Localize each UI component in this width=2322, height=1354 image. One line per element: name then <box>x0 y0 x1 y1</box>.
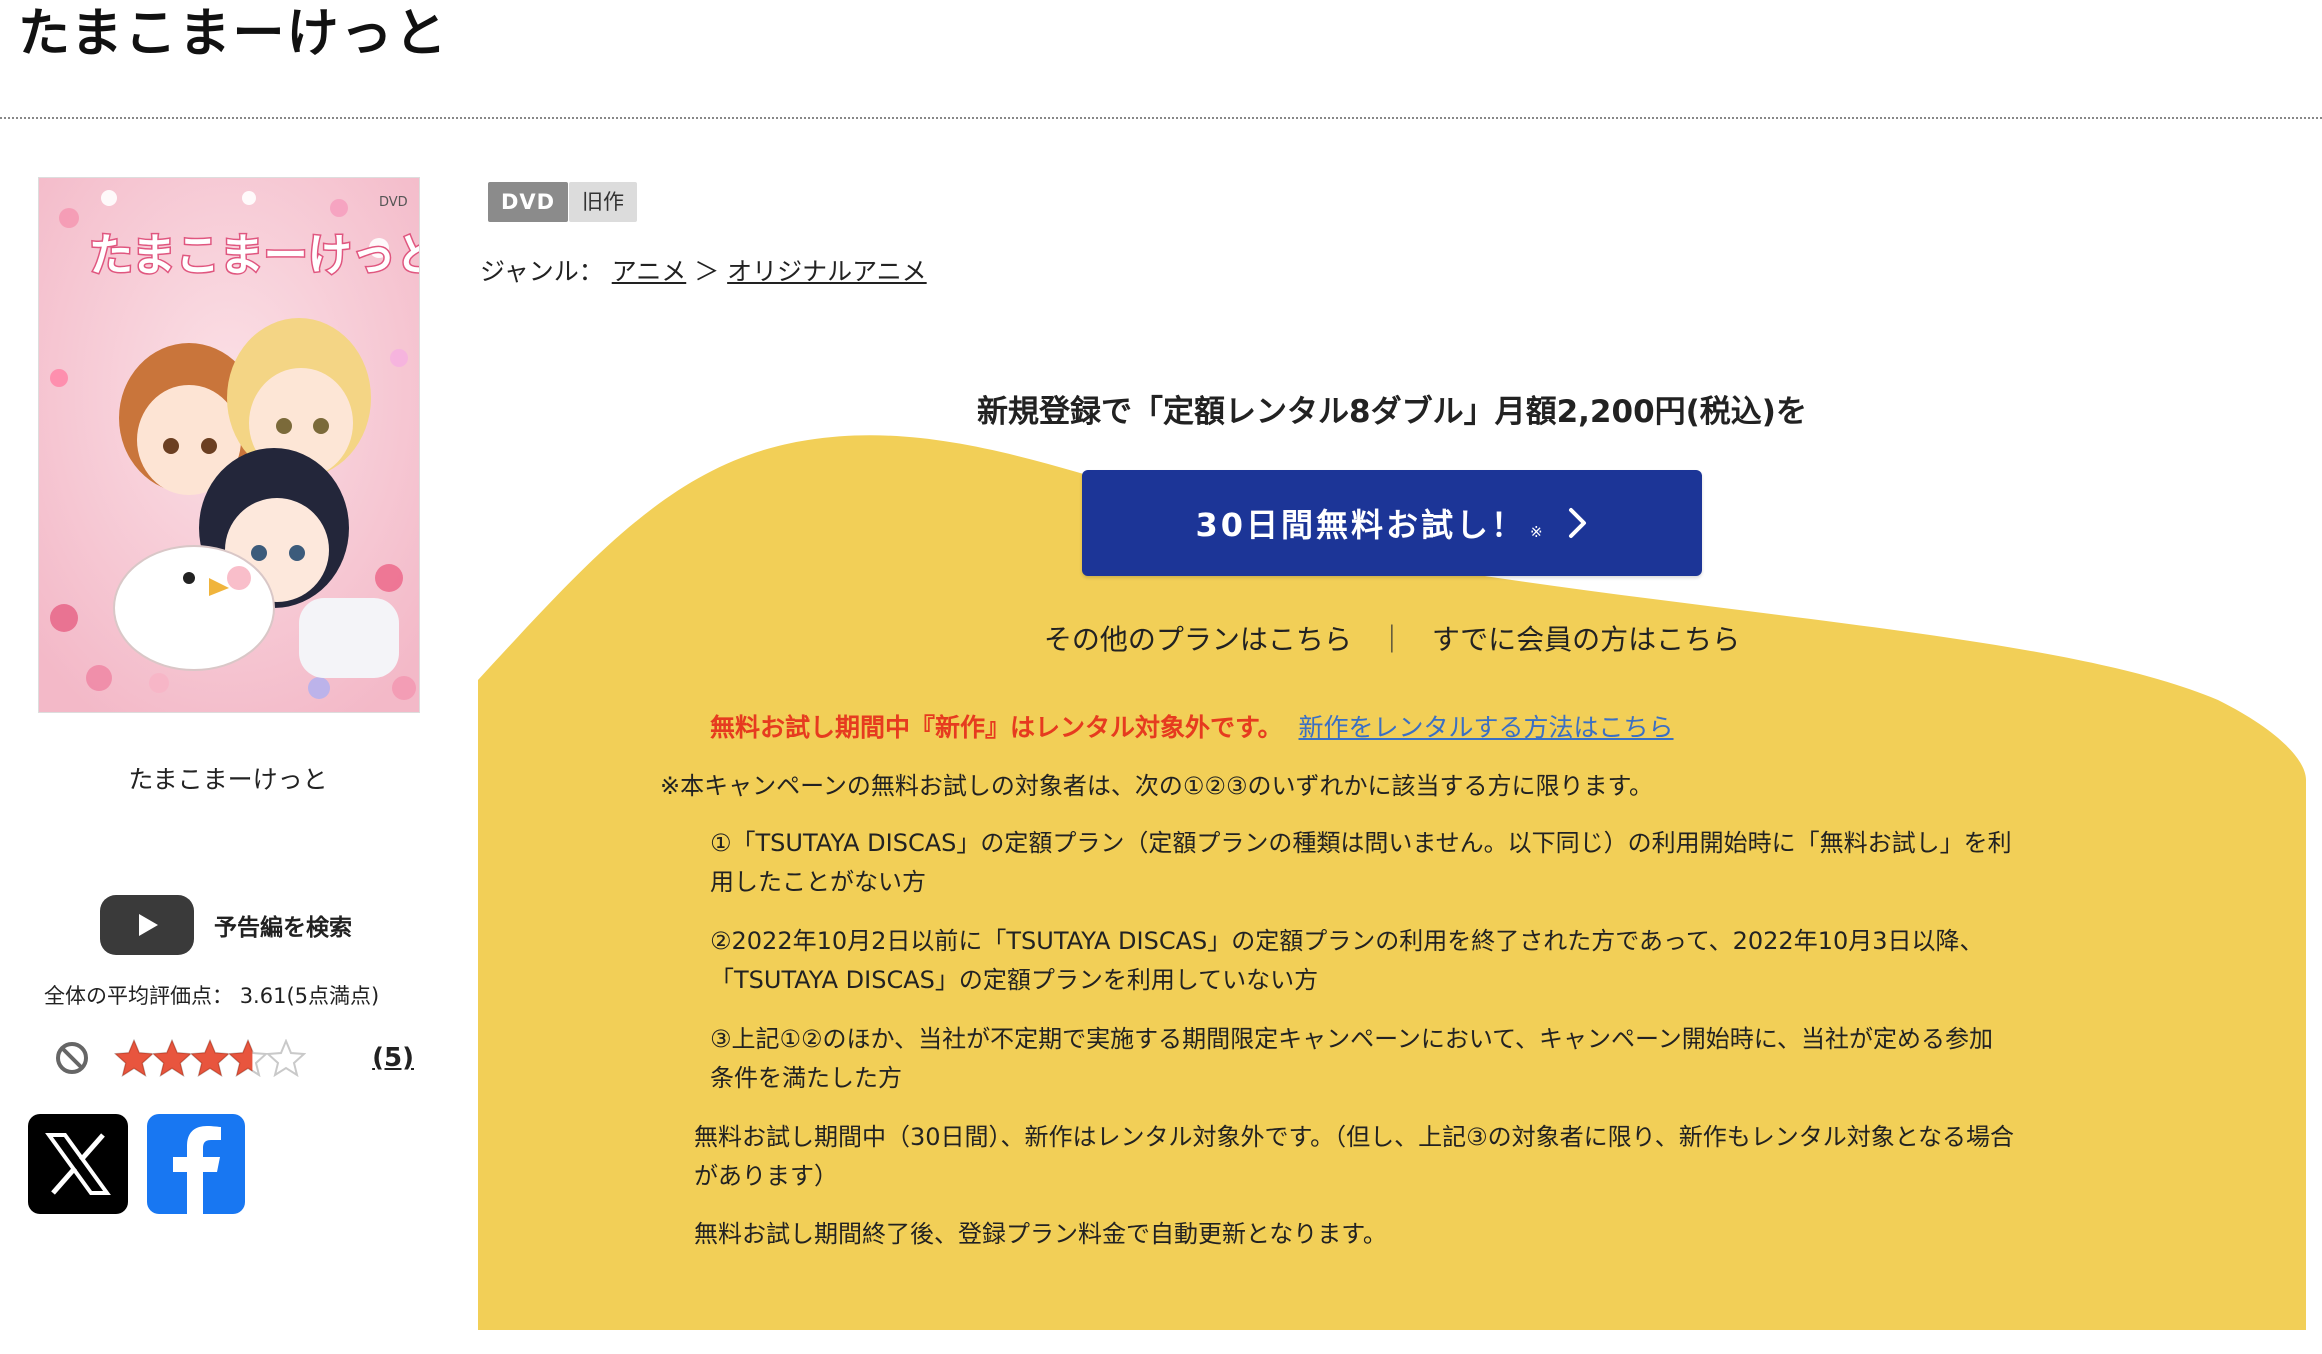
condition-2-line-1: ②2022年10月2日以前に「TSUTAYA DISCAS」の定額プランの利用を… <box>710 927 1984 955</box>
member-login-link[interactable]: すでに会員の方はこちら <box>1432 623 1740 656</box>
campaign-eligibility-note: ※本キャンペーンの無料お試しの対象者は、次の①②③のいずれかに該当する方に限りま… <box>660 772 1654 800</box>
new-release-notice: 無料お試し期間中『新作』はレンタル対象外です。 新作をレンタルする方法はこちら <box>710 708 1674 744</box>
new-release-warning: 無料お試し期間中『新作』はレンタル対象外です。 <box>710 713 1283 742</box>
condition-2-line-2: 「TSUTAYA DISCAS」の定額プランを利用していない方 <box>710 966 1319 994</box>
condition-1-line-1: ①「TSUTAYA DISCAS」の定額プラン（定額プランの種類は問いません。以… <box>710 829 2012 857</box>
plan-links: その他のプランはこちら ｜ すでに会員の方はこちら <box>478 618 2306 658</box>
title-divider <box>0 117 2322 119</box>
other-plans-link[interactable]: その他のプランはこちら <box>1044 623 1352 656</box>
condition-1: ①「TSUTAYA DISCAS」の定額プラン（定額プランの種類は問いません。以… <box>710 824 2012 902</box>
page-title: たまこまーけっと <box>18 4 449 64</box>
share-facebook-button[interactable] <box>147 1114 245 1214</box>
free-trial-label: 30日間無料お試し！ <box>1195 506 1526 544</box>
trailer-search-button[interactable]: 予告編を検索 <box>100 895 352 955</box>
genre-link-anime[interactable]: アニメ <box>612 257 687 286</box>
average-rating-label: 全体の平均評価点： <box>44 984 233 1008</box>
condition-3: ③上記①②のほか、当社が不定期で実施する期間限定キャンペーンにおいて、キャンペー… <box>710 1020 1993 1098</box>
star-icon <box>190 1039 230 1077</box>
condition-1-line-2: 用したことがない方 <box>710 868 926 896</box>
trial-period-note-line-2: があります） <box>694 1162 838 1190</box>
format-badge: DVD <box>488 182 569 222</box>
free-trial-note-mark: ※ <box>1529 523 1543 541</box>
star-icon <box>114 1039 154 1077</box>
trailer-search-label: 予告編を検索 <box>214 915 352 941</box>
share-x-button[interactable] <box>28 1114 128 1214</box>
condition-2: ②2022年10月2日以前に「TSUTAYA DISCAS」の定額プランの利用を… <box>710 922 1984 1000</box>
review-count-link[interactable]: (5) <box>372 1043 414 1073</box>
cover-format-mark: DVD <box>379 195 408 210</box>
star-rating[interactable] <box>114 1039 306 1077</box>
star-icon <box>152 1039 192 1077</box>
promo-heading: 新規登録で「定額レンタル8ダブル」月額2,200円(税込)を <box>977 394 1807 430</box>
product-cover-image[interactable]: たまこまーけっと DVD <box>38 177 420 713</box>
genre-separator: ＞ <box>694 257 720 286</box>
average-rating: 全体の平均評価点： 3.61(5点満点) <box>44 980 379 1010</box>
auto-renewal-note: 無料お試し期間終了後、登録プラン料金で自動更新となります。 <box>694 1220 1387 1248</box>
condition-3-line-1: ③上記①②のほか、当社が不定期で実施する期間限定キャンペーンにおいて、キャンペー… <box>710 1025 1994 1053</box>
new-release-rental-link[interactable]: 新作をレンタルする方法はこちら <box>1299 713 1674 742</box>
cover-illustration: たまこまーけっと DVD <box>39 178 419 712</box>
cover-caption: たまこまーけっと <box>128 765 328 794</box>
average-rating-score: 3.61(5点満点) <box>239 984 380 1008</box>
trial-period-note-line-1: 無料お試し期間中（30日間）、新作はレンタル対象外です。（但し、上記③の対象者に… <box>694 1123 2014 1151</box>
chevron-right-icon <box>1568 508 1586 538</box>
genre-link-original-anime[interactable]: オリジナルアニメ <box>727 257 927 286</box>
release-status-badge: 旧作 <box>569 182 637 222</box>
star-icon <box>228 1039 268 1077</box>
not-interested-icon[interactable] <box>54 1040 90 1076</box>
genre-breadcrumb: ジャンル： アニメ ＞ オリジナルアニメ <box>480 252 927 288</box>
free-trial-button[interactable]: 30日間無料お試し！ ※ <box>1082 470 1702 576</box>
links-separator: ｜ <box>1377 623 1406 656</box>
x-logo-icon <box>45 1133 111 1195</box>
rating-row: (5) <box>54 1036 414 1080</box>
video-play-icon <box>100 895 194 955</box>
condition-3-line-2: 条件を満たした方 <box>710 1064 902 1092</box>
trial-period-note: 無料お試し期間中（30日間）、新作はレンタル対象外です。（但し、上記③の対象者に… <box>694 1118 2014 1196</box>
cover-title-text: たまこまーけっと <box>89 230 419 281</box>
genre-label: ジャンル： <box>480 257 604 286</box>
star-icon <box>266 1039 306 1077</box>
facebook-logo-icon <box>173 1126 221 1214</box>
